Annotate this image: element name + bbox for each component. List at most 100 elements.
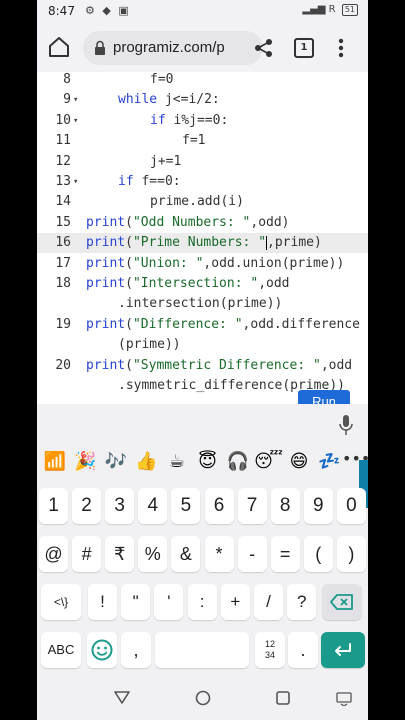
code-line[interactable]: 17 print("Union: ",odd.union(prime)) [37, 254, 368, 274]
enter-key[interactable] [321, 632, 365, 668]
address-bar[interactable]: programiz.com/p [83, 31, 263, 65]
text-cursor [266, 235, 268, 250]
key-8[interactable]: 8 [270, 488, 300, 524]
code-text: print("Union: ",odd.union(prime)) [86, 255, 345, 271]
code-line[interactable]: 20 print("Symmetric Difference: ",odd [37, 356, 368, 376]
abc-key[interactable]: ABC [41, 632, 81, 668]
emoji-suggestion[interactable]: 😄 [284, 448, 314, 476]
code-line[interactable]: 10 ▾ if i%j==0: [37, 111, 368, 131]
line-number: 16 [55, 235, 71, 251]
space-key[interactable] [155, 632, 249, 668]
symbols-page-key[interactable]: <\} [41, 584, 81, 620]
key-1[interactable]: 1 [39, 488, 68, 524]
code-text: .intersection(prime)) [118, 296, 283, 312]
share-icon[interactable] [253, 37, 275, 59]
key-symbol[interactable]: % [138, 536, 168, 572]
line-number: 14 [55, 194, 71, 210]
back-nav-icon[interactable] [113, 688, 131, 706]
key-3[interactable]: 3 [105, 488, 135, 524]
key-6[interactable]: 6 [204, 488, 234, 524]
comma-key[interactable]: , [121, 632, 151, 668]
emoji-suggestion[interactable]: 🎧 [223, 448, 253, 476]
more-options-icon[interactable] [337, 36, 345, 60]
key-symbol[interactable]: # [72, 536, 102, 572]
code-line[interactable]: (prime)) [37, 335, 368, 355]
code-text: j+=1 [150, 153, 182, 169]
key-0[interactable]: 0 [336, 488, 366, 524]
key-symbol[interactable]: = [270, 536, 300, 572]
code-line[interactable]: 14 prime.add(i) [37, 192, 368, 212]
browser-toolbar: programiz.com/p 1 [37, 24, 368, 72]
keyboard: ••• 📶 🎉 🎶 👍 ☕ 😇 🎧 😴 😄 💤 1 2 3 4 5 6 7 8 9 0 @ # ₹% & * - =() <\}! "… [37, 404, 368, 720]
key-symbol[interactable]: - [237, 536, 267, 572]
line-number: 20 [55, 357, 71, 373]
key-symbol[interactable]: ? [287, 584, 317, 620]
key-symbol[interactable]: " [121, 584, 151, 620]
backspace-icon [330, 594, 353, 610]
key-symbol[interactable]: / [254, 584, 283, 620]
code-text: (prime)) [118, 337, 181, 353]
key-symbol[interactable]: ' [154, 584, 184, 620]
key-symbol[interactable]: @ [39, 536, 68, 572]
emoji-suggestion[interactable]: 📶 [40, 448, 70, 476]
numpad-key[interactable]: 12 34 [255, 632, 285, 668]
emoji-suggestion[interactable]: 👍 [132, 448, 162, 476]
code-text: prime.add(i) [150, 194, 244, 210]
emoji-suggestion[interactable]: 🎉 [71, 448, 101, 476]
home-icon[interactable] [47, 35, 71, 59]
code-line[interactable]: 12 j+=1 [37, 152, 368, 172]
code-line[interactable]: 19 print("Difference: ",odd.difference [37, 315, 368, 335]
code-text: while j<=i/2: [118, 92, 220, 108]
home-nav-icon[interactable] [194, 689, 212, 707]
key-9[interactable]: 9 [303, 488, 333, 524]
code-text: f=0 [150, 72, 174, 87]
key-2[interactable]: 2 [72, 488, 102, 524]
code-text: print("Difference: ",odd.difference [86, 316, 360, 332]
code-line[interactable]: 13 ▾ if f==0: [37, 172, 368, 192]
key-4[interactable]: 4 [138, 488, 168, 524]
code-text: print("Odd Numbers: ",odd) [86, 214, 290, 230]
line-number: 11 [55, 133, 71, 149]
key-symbol[interactable]: ( [303, 536, 333, 572]
emoji-suggestion[interactable]: 💤 [315, 448, 345, 476]
key-symbol[interactable]: ) [336, 536, 366, 572]
backspace-key[interactable] [322, 584, 362, 620]
microphone-icon[interactable] [338, 414, 354, 436]
recents-nav-icon[interactable] [274, 689, 292, 707]
code-line[interactable]: 11 f=1 [37, 131, 368, 151]
key-5[interactable]: 5 [171, 488, 201, 524]
period-key[interactable]: . [288, 632, 318, 668]
emoji-suggestion[interactable]: 😴 [254, 448, 284, 476]
line-number: 18 [55, 276, 71, 291]
code-line[interactable]: 8 f=0 [37, 72, 368, 90]
key-symbol[interactable]: ! [88, 584, 117, 620]
code-line[interactable]: 9 ▾ while j<=i/2: [37, 90, 368, 110]
emoji-suggestion[interactable]: ☕ [162, 448, 192, 476]
fold-arrow-icon[interactable]: ▾ [73, 90, 83, 110]
emoji-suggestion[interactable]: 🎶 [101, 448, 131, 476]
line-number: 9 [63, 92, 71, 108]
emoji-suggestions: ••• 📶 🎉 🎶 👍 ☕ 😇 🎧 😴 😄 💤 [37, 448, 368, 476]
key-symbol[interactable]: : [187, 584, 217, 620]
emoji-icon [91, 639, 113, 661]
fold-arrow-icon[interactable]: ▾ [73, 172, 83, 192]
code-line[interactable]: .intersection(prime)) [37, 294, 368, 314]
code-text: if i%j==0: [150, 112, 229, 128]
code-line[interactable]: 15 print("Odd Numbers: ",odd) [37, 213, 368, 233]
navigation-bar [37, 676, 368, 720]
code-text: print("Intersection: ",odd [86, 276, 290, 291]
code-editor[interactable]: 8 f=0 9 ▾ while j<=i/2: 10 ▾ if i%j==0: 11 f=1 12 j… [37, 72, 368, 404]
fold-arrow-icon[interactable]: ▾ [73, 111, 83, 131]
key-symbol[interactable]: ₹ [105, 536, 135, 572]
code-line[interactable]: 18 print("Intersection: ",odd [37, 274, 368, 294]
keyboard-hide-icon[interactable] [336, 690, 352, 706]
code-line[interactable]: 16 print("Prime Numbers: ",prime) [37, 233, 368, 254]
emoji-suggestion[interactable]: 😇 [193, 448, 223, 476]
key-7[interactable]: 7 [237, 488, 267, 524]
emoji-key[interactable] [87, 632, 117, 668]
line-number: 19 [55, 316, 71, 332]
tab-switcher-button[interactable]: 1 [294, 38, 314, 58]
key-symbol[interactable]: + [220, 584, 250, 620]
key-symbol[interactable]: & [171, 536, 201, 572]
key-symbol[interactable]: * [204, 536, 234, 572]
